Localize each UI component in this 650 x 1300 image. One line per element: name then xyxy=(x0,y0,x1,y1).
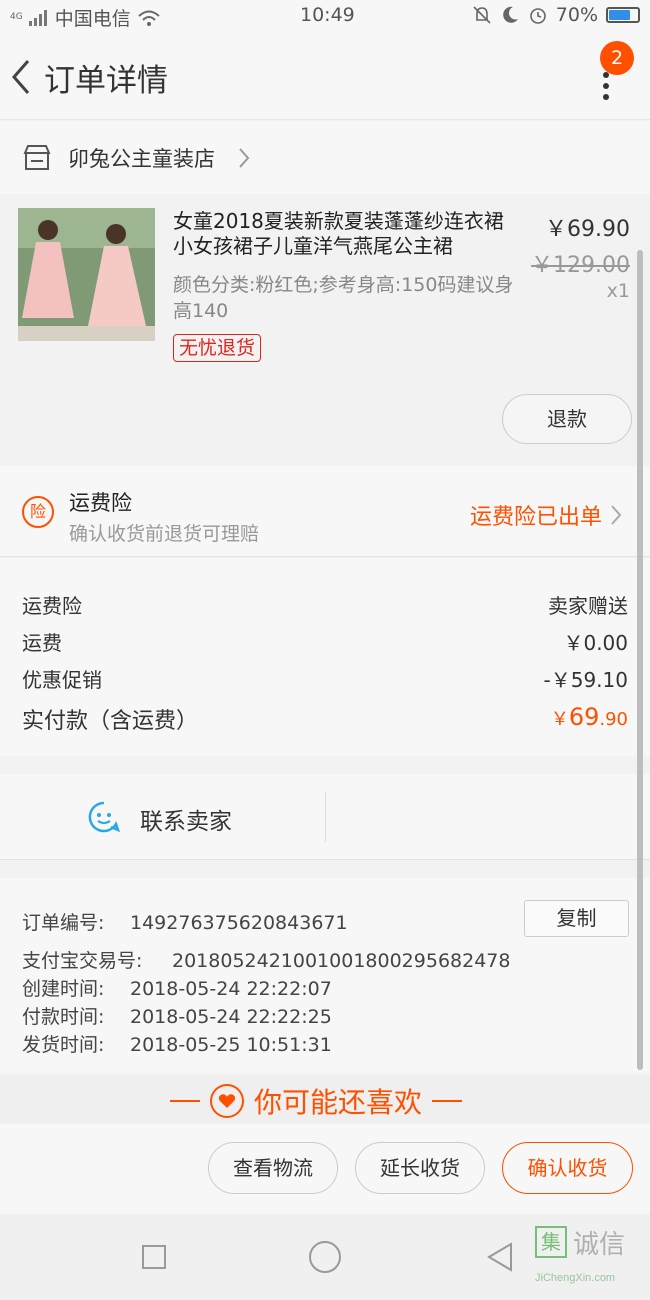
paid-currency: ￥ xyxy=(550,709,569,730)
recommend-banner: 你可能还喜欢 xyxy=(0,1075,650,1123)
original-price: ￥129.00 xyxy=(531,253,630,278)
paid-label: 实付款（含运费） xyxy=(22,709,199,734)
chevron-right-icon xyxy=(611,505,622,525)
fee-value: ￥0.00 xyxy=(563,631,628,655)
status-bar: 4G 中国电信 10:49 70% xyxy=(0,0,650,33)
refund-button[interactable]: 退款 xyxy=(502,394,632,444)
back-triangle-icon[interactable] xyxy=(485,1241,515,1273)
product-sku: 颜色分类:粉红色;参考身高:150码建议身高140 xyxy=(173,274,514,322)
system-nav-bar: 集 诚信 JiChengXin.com xyxy=(0,1214,650,1300)
clock: 10:49 xyxy=(300,4,355,26)
paid-amount: ￥69.90 xyxy=(551,703,628,731)
network-indicator: 4G xyxy=(10,12,23,22)
fee-value: -￥59.10 xyxy=(543,668,628,692)
recommend-title: 你可能还喜欢 xyxy=(254,1086,423,1119)
insurance-subtitle: 确认收货前退货可理赔 xyxy=(69,523,260,545)
created-label: 创建时间: xyxy=(22,978,105,1000)
shipped-label: 发货时间: xyxy=(22,1034,105,1056)
mute-bell-icon xyxy=(473,6,491,24)
quantity: x1 xyxy=(606,280,630,302)
order-number: 149276375620843671 xyxy=(130,912,348,934)
order-number-label: 订单编号: xyxy=(22,912,105,934)
confirm-receipt-button[interactable]: 确认收货 xyxy=(502,1142,633,1194)
shipping-insurance-row[interactable]: 险 运费险 确认收货前退货可理赔 运费险已出单 xyxy=(0,466,650,557)
shipped-time: 2018-05-25 10:51:31 xyxy=(130,1034,332,1056)
paid-integer: 69 xyxy=(568,703,600,731)
return-guarantee-tag: 无忧退货 xyxy=(173,334,262,362)
fee-summary: 运费险 卖家赠送 运费 ￥0.00 优惠促销 -￥59.10 实付款（含运费） … xyxy=(0,558,650,756)
copy-button[interactable]: 复制 xyxy=(524,900,629,937)
order-actions: 查看物流 延长收货 确认收货 xyxy=(0,1124,650,1214)
order-info: 订单编号: 149276375620843671 复制 支付宝交易号: 201805… xyxy=(0,878,650,1073)
wifi-icon xyxy=(138,10,160,26)
product-title[interactable]: 女童2018夏装新款夏装蓬蓬纱连衣裙小女孩裙子儿童洋气燕尾公主裙 xyxy=(173,209,513,259)
created-time: 2018-05-24 22:22:07 xyxy=(130,978,332,1000)
signal-icon xyxy=(28,9,47,26)
battery-percent: 70% xyxy=(555,4,598,26)
carrier-name: 中国电信 xyxy=(54,8,131,30)
paid-decimal: .90 xyxy=(599,709,628,730)
shipped-row: 发货时间: 2018-05-25 10:51:31 xyxy=(22,1030,332,1057)
back-icon[interactable] xyxy=(8,57,38,97)
alipay-row: 支付宝交易号: 2018052421001001800295682478 xyxy=(22,946,510,973)
shop-name[interactable]: 卯兔公主童装店 xyxy=(68,143,215,173)
fee-label: 运费 xyxy=(22,631,62,655)
notification-badge[interactable]: 2 xyxy=(600,41,634,75)
decor-line xyxy=(170,1100,200,1102)
home-button[interactable] xyxy=(309,1241,341,1273)
product-item[interactable]: 女童2018夏装新款夏装蓬蓬纱连衣裙小女孩裙子儿童洋气燕尾公主裙 颜色分类:粉红… xyxy=(0,196,650,464)
order-number-row: 订单编号: 149276375620843671 xyxy=(22,908,348,935)
watermark-logo: 集 xyxy=(535,1226,567,1258)
recents-button[interactable] xyxy=(142,1245,166,1269)
chevron-right-icon xyxy=(239,148,250,168)
more-icon[interactable] xyxy=(598,71,614,101)
insurance-icon: 险 xyxy=(22,496,54,528)
extend-receipt-button[interactable]: 延长收货 xyxy=(355,1142,485,1194)
watermark-text: 诚信 xyxy=(573,1230,626,1260)
fee-label: 优惠促销 xyxy=(22,668,102,692)
fee-value: 卖家赠送 xyxy=(548,594,628,618)
contact-seller-button[interactable]: 联系卖家 xyxy=(140,802,232,836)
page-title: 订单详情 xyxy=(44,63,168,99)
contact-seller-row: 联系卖家 xyxy=(0,774,650,860)
divider xyxy=(325,792,326,842)
app-header: 订单详情 2 xyxy=(0,33,650,120)
shop-icon xyxy=(23,145,51,170)
moon-icon xyxy=(502,6,518,23)
insurance-status[interactable]: 运费险已出单 xyxy=(470,499,602,531)
watermark: 集 诚信 JiChengXin.com xyxy=(535,1222,647,1294)
product-price: ￥69.90 xyxy=(545,217,630,242)
alarm-icon xyxy=(529,8,546,24)
alipay-number: 2018052421001001800295682478 xyxy=(172,950,511,972)
scrollbar[interactable] xyxy=(637,250,643,1070)
alipay-label: 支付宝交易号: xyxy=(22,950,143,972)
insurance-title: 运费险 xyxy=(69,491,132,515)
fee-label: 运费险 xyxy=(22,594,82,618)
product-thumbnail[interactable] xyxy=(18,208,155,341)
heart-icon xyxy=(210,1084,244,1118)
battery-icon xyxy=(606,7,640,23)
decor-line xyxy=(432,1100,463,1102)
paid-time-label: 付款时间: xyxy=(22,1006,105,1028)
watermark-url: JiChengXin.com xyxy=(535,1272,616,1284)
view-logistics-button[interactable]: 查看物流 xyxy=(208,1142,338,1194)
chat-icon[interactable] xyxy=(87,800,121,834)
created-row: 创建时间: 2018-05-24 22:22:07 xyxy=(22,974,332,1001)
shop-row[interactable]: 卯兔公主童装店 xyxy=(0,121,650,194)
paid-time: 2018-05-24 22:22:25 xyxy=(130,1006,332,1028)
paid-row: 付款时间: 2018-05-24 22:22:25 xyxy=(22,1002,332,1029)
